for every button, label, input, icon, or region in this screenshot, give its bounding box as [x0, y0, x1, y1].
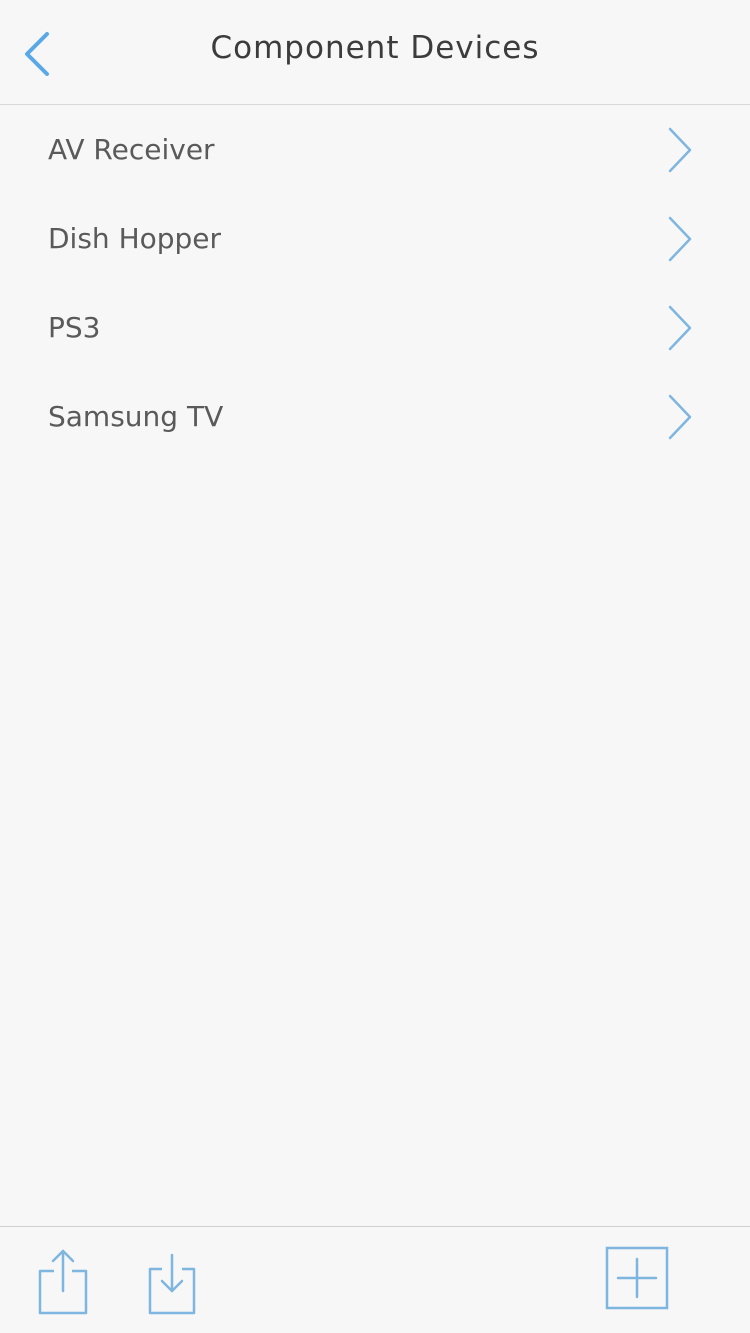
device-label: Dish Hopper	[48, 222, 222, 255]
list-item[interactable]: AV Receiver	[0, 105, 750, 194]
chevron-right-icon	[668, 394, 692, 439]
device-label: PS3	[48, 311, 101, 344]
list-item[interactable]: PS3	[0, 283, 750, 372]
device-list: AV Receiver Dish Hopper PS3 Samsung TV	[0, 105, 750, 461]
list-item[interactable]: Samsung TV	[0, 372, 750, 461]
device-label: Samsung TV	[48, 400, 224, 433]
screen: Component Devices AV Receiver Dish Hoppe…	[0, 0, 750, 1333]
add-button[interactable]	[604, 1245, 670, 1311]
add-icon	[605, 1246, 669, 1310]
page-title: Component Devices	[210, 30, 540, 66]
share-icon	[38, 1249, 88, 1315]
list-item[interactable]: Dish Hopper	[0, 194, 750, 283]
device-label: AV Receiver	[48, 133, 215, 166]
navigation-bar: Component Devices	[0, 0, 750, 105]
export-button[interactable]	[34, 1247, 92, 1317]
import-button[interactable]	[144, 1251, 200, 1317]
chevron-right-icon	[668, 127, 692, 172]
chevron-right-icon	[668, 305, 692, 350]
bottom-toolbar	[0, 1226, 750, 1333]
chevron-right-icon	[668, 216, 692, 261]
import-icon	[148, 1253, 196, 1315]
